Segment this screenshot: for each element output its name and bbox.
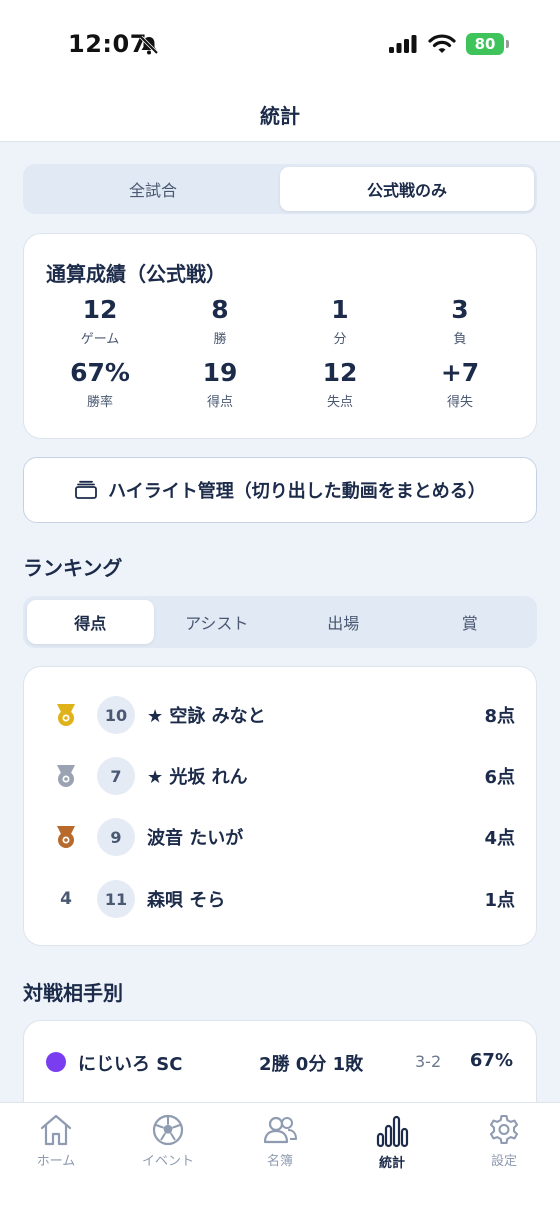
ranking-row[interactable]: 10 ★ 空詠 みなと 8点 xyxy=(24,695,538,735)
player-score: 1点 xyxy=(484,890,515,911)
player-score: 4点 xyxy=(484,828,515,849)
opponent-goal-score: 3-2 xyxy=(415,1052,442,1071)
navigation-bar: 統計 xyxy=(0,88,560,142)
bronze-medal-icon xyxy=(57,826,75,848)
jersey-number-badge: 9 xyxy=(97,818,135,856)
player-name: ★ 空詠 みなと xyxy=(147,706,266,727)
tab-label: 統計 xyxy=(378,1156,405,1171)
stat-goal-difference: +7 得失 xyxy=(400,357,520,410)
jersey-number-badge: 11 xyxy=(97,880,135,918)
status-bar: 12:07 80 xyxy=(0,0,560,88)
bottom-tab-bar: ホーム イベント 名簿 統計 設定 xyxy=(0,1102,560,1218)
stack-icon xyxy=(75,480,98,499)
stat-grid: 12 ゲーム 8 勝 1 分 3 負 67% 勝率 19 得点 12 失点 +7… xyxy=(40,294,520,410)
stats-content[interactable]: 全試合 公式戦のみ 通算成績（公式戦） 12 ゲーム 8 勝 1 分 3 負 6… xyxy=(0,142,560,1102)
gear-icon xyxy=(489,1114,519,1145)
tab-home[interactable]: ホーム xyxy=(6,1113,106,1169)
people-icon xyxy=(263,1116,297,1144)
battery-level: 80 xyxy=(474,35,496,53)
player-name: 森唄 そら xyxy=(147,890,226,911)
stat-value: 67% xyxy=(70,358,130,387)
ranking-tabs: 得点 アシスト 出場 賞 xyxy=(23,596,537,648)
stat-games: 12 ゲーム xyxy=(40,294,160,347)
overall-record-title: 通算成績（公式戦） xyxy=(46,262,226,286)
rank-position xyxy=(50,702,82,728)
stat-value: +7 xyxy=(440,358,480,387)
tab-label: イベント xyxy=(141,1154,194,1169)
filter-official-only[interactable]: 公式戦のみ xyxy=(280,167,534,211)
home-icon xyxy=(40,1114,72,1146)
ranking-list-card: 10 ★ 空詠 みなと 8点 7 ★ 光坂 れん 6点 9 波音 たいが 4点 … xyxy=(23,666,537,946)
stat-value: 12 xyxy=(82,295,118,324)
tab-assists[interactable]: アシスト xyxy=(154,600,281,644)
page-title: 統計 xyxy=(260,104,300,128)
player-score: 6点 xyxy=(484,767,515,788)
tab-appearances[interactable]: 出場 xyxy=(280,600,407,644)
stat-win-rate: 67% 勝率 xyxy=(40,357,160,410)
stat-value: 3 xyxy=(451,295,469,324)
stat-value: 19 xyxy=(202,358,238,387)
ranking-row[interactable]: 4 11 森唄 そら 1点 xyxy=(24,879,538,919)
stat-losses: 3 負 xyxy=(400,294,520,347)
stat-label: 得失 xyxy=(446,395,473,410)
stat-value: 1 xyxy=(331,295,349,324)
stat-draws: 1 分 xyxy=(280,294,400,347)
stat-value: 8 xyxy=(211,295,229,324)
rank-position xyxy=(50,763,82,789)
stat-goals-against: 12 失点 xyxy=(280,357,400,410)
battery-tip xyxy=(506,40,509,48)
stat-label: 失点 xyxy=(326,395,353,410)
wifi-icon xyxy=(428,34,456,53)
tab-label: 名簿 xyxy=(266,1154,293,1169)
team-color-dot xyxy=(46,1052,66,1072)
opponent-row[interactable]: にじいろ SC 2勝 0分 1敗 3-2 67% xyxy=(23,1020,537,1102)
player-name: ★ 光坂 れん xyxy=(147,767,248,788)
tab-settings[interactable]: 設定 xyxy=(454,1113,554,1169)
player-score: 8点 xyxy=(484,706,515,727)
gold-medal-icon xyxy=(57,704,75,726)
opponent-record: 2勝 0分 1敗 xyxy=(259,1054,364,1075)
stat-label: 勝 xyxy=(213,332,227,347)
status-indicators: 80 xyxy=(388,33,509,55)
stat-label: 分 xyxy=(333,332,347,347)
silver-medal-icon xyxy=(57,765,75,787)
soccer-ball-icon xyxy=(152,1114,184,1146)
tab-label: 設定 xyxy=(490,1154,517,1169)
match-filter-segment: 全試合 公式戦のみ xyxy=(23,164,537,214)
jersey-number-badge: 7 xyxy=(97,757,135,795)
rank-position: 4 xyxy=(60,889,72,909)
ranking-row[interactable]: 9 波音 たいが 4点 xyxy=(24,817,538,857)
opponent-name: にじいろ SC xyxy=(78,1054,183,1075)
battery-indicator: 80 xyxy=(466,33,509,55)
opponents-section-title: 対戦相手別 xyxy=(23,981,123,1005)
status-time: 12:07 xyxy=(68,30,147,58)
tab-label: ホーム xyxy=(36,1154,76,1169)
stat-value: 12 xyxy=(322,358,358,387)
highlight-management-label: ハイライト管理（切り出した動画をまとめる） xyxy=(108,481,486,502)
filter-all-matches[interactable]: 全試合 xyxy=(26,167,280,211)
highlight-management-button[interactable]: ハイライト管理（切り出した動画をまとめる） xyxy=(23,457,537,523)
opponent-win-rate: 67% xyxy=(469,1050,513,1071)
bell-off-icon xyxy=(139,35,159,55)
rank-position xyxy=(50,824,82,850)
overall-record-card: 通算成績（公式戦） 12 ゲーム 8 勝 1 分 3 負 67% 勝率 19 得… xyxy=(23,233,537,439)
stat-label: 負 xyxy=(453,332,467,347)
jersey-number-badge: 10 xyxy=(97,696,135,734)
stat-wins: 8 勝 xyxy=(160,294,280,347)
bar-chart-icon xyxy=(376,1115,409,1148)
ranking-section-title: ランキング xyxy=(23,556,123,580)
stat-label: ゲーム xyxy=(80,332,120,347)
player-name: 波音 たいが xyxy=(147,828,244,849)
tab-stats[interactable]: 統計 xyxy=(342,1113,442,1171)
tab-goals[interactable]: 得点 xyxy=(27,600,154,644)
tab-roster[interactable]: 名簿 xyxy=(230,1113,330,1169)
stat-label: 得点 xyxy=(206,395,233,410)
tab-events[interactable]: イベント xyxy=(118,1113,218,1169)
ranking-row[interactable]: 7 ★ 光坂 れん 6点 xyxy=(24,756,538,796)
stat-goals-for: 19 得点 xyxy=(160,357,280,410)
cellular-signal-icon xyxy=(389,35,417,53)
stat-label: 勝率 xyxy=(86,395,113,410)
tab-awards[interactable]: 賞 xyxy=(407,600,534,644)
